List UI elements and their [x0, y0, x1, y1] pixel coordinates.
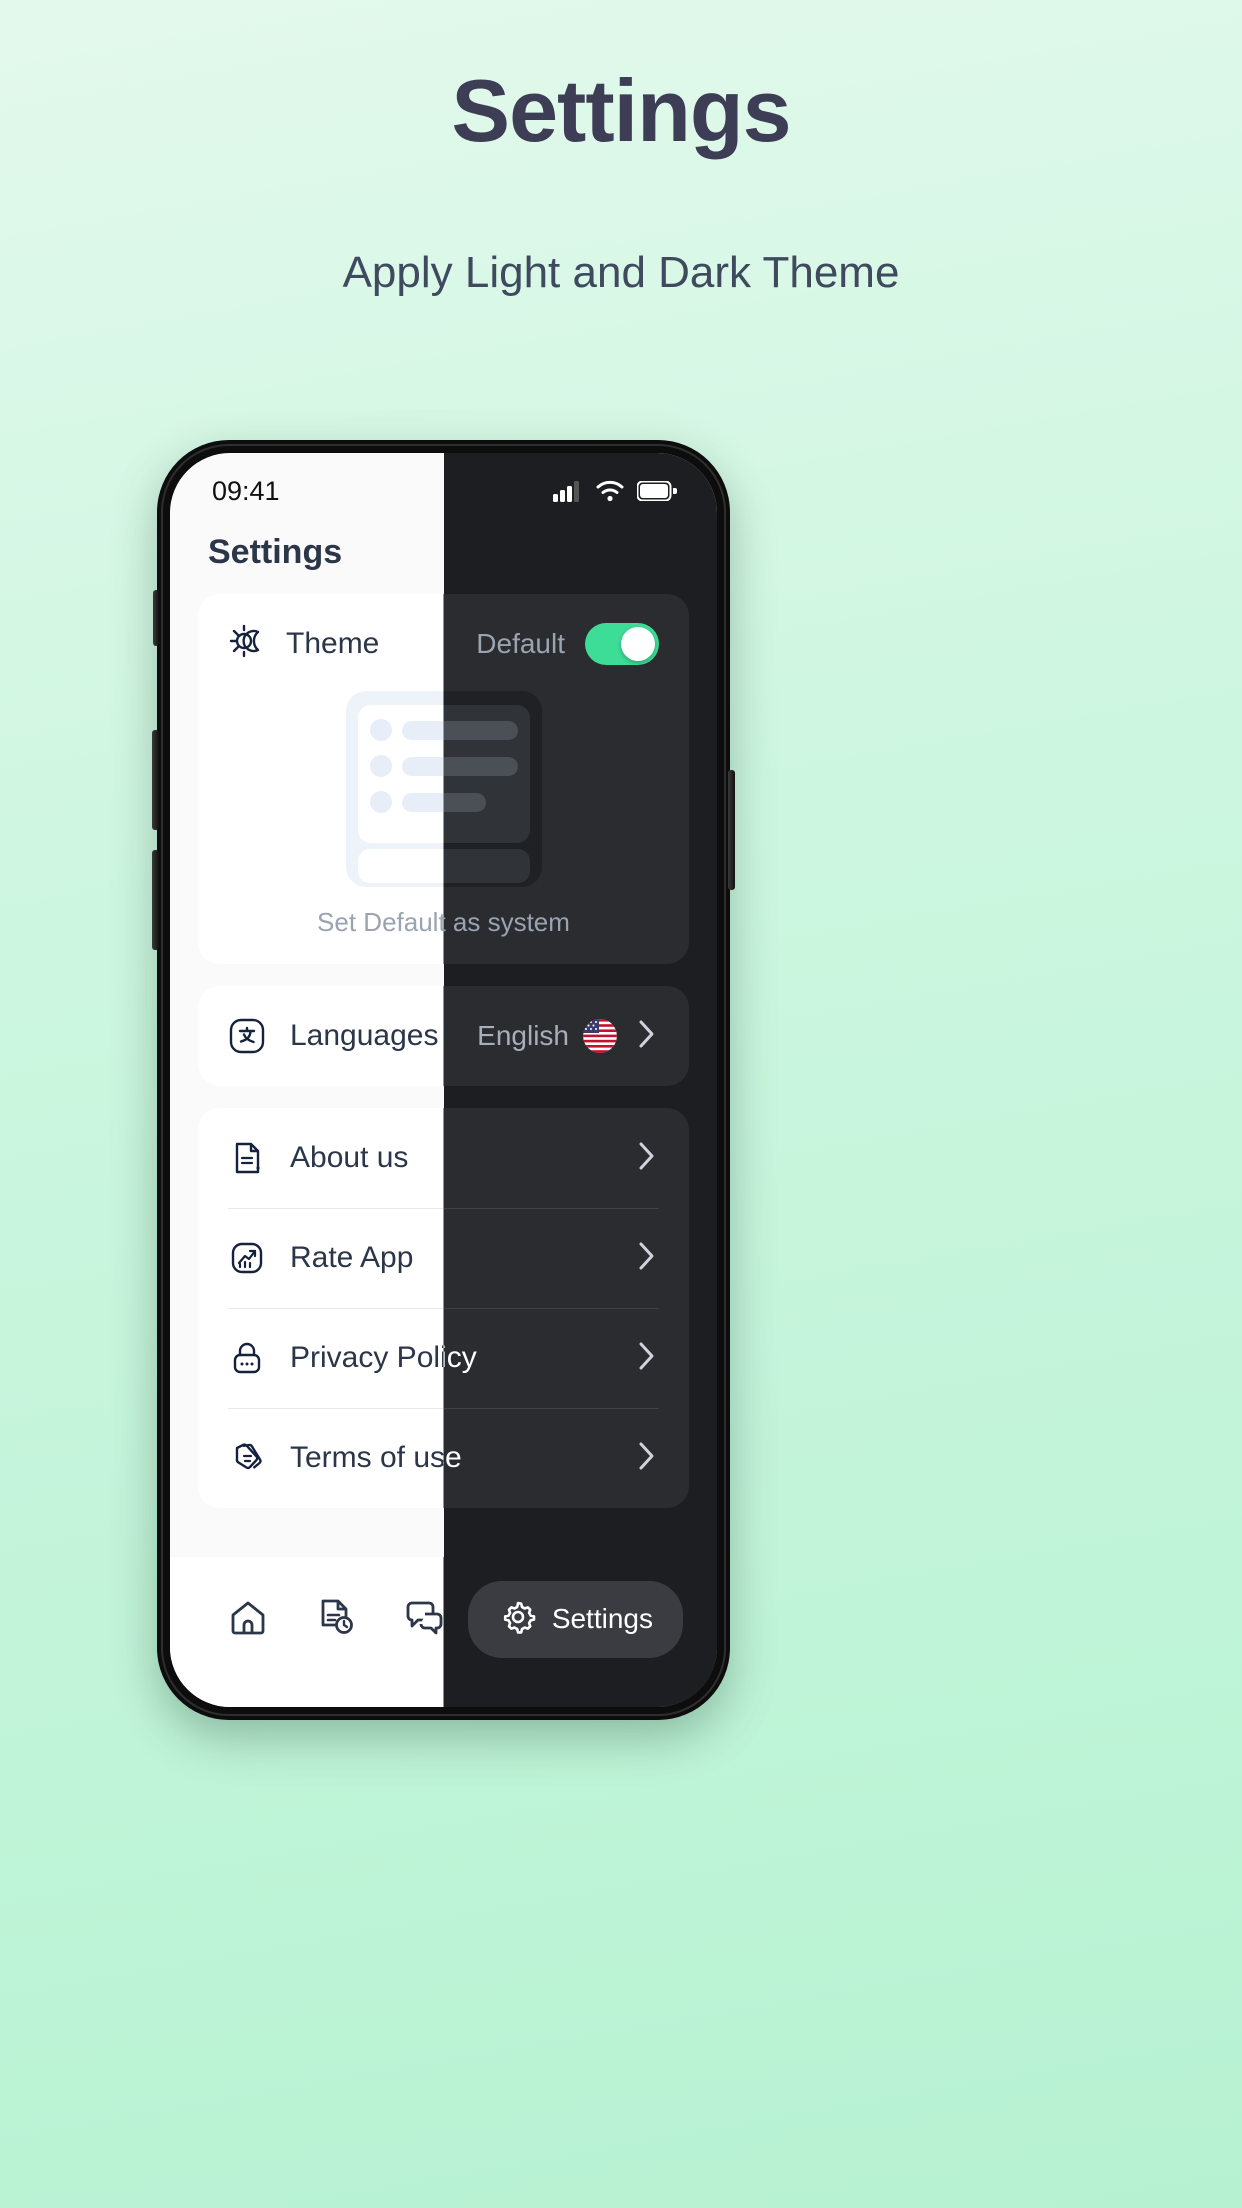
battery-icon — [637, 481, 677, 501]
page-subtitle: Apply Light and Dark Theme — [342, 248, 900, 297]
phone-screen: 09:41 Settings Theme Set Default as syst… — [170, 453, 717, 1707]
gear-icon — [498, 1597, 538, 1642]
document-info-icon — [228, 1139, 268, 1177]
menu-value-languages: English — [477, 1020, 569, 1051]
chevron-right-icon[interactable] — [633, 1339, 659, 1378]
wifi-icon — [596, 480, 624, 502]
phone-volume-down-button — [152, 850, 159, 950]
phone-power-button — [728, 770, 735, 890]
document-clock-icon — [313, 1594, 359, 1645]
phone-mockup: 09:41 Settings Theme Set Default as syst… — [152, 440, 735, 1720]
translate-icon — [228, 1017, 268, 1055]
lock-icon — [228, 1339, 268, 1377]
settings-nav-pill[interactable]: Settings — [467, 1580, 683, 1658]
us-flag-icon — [583, 1019, 617, 1053]
toggle-knob — [621, 626, 655, 661]
theme-value: Default — [476, 627, 565, 659]
status-time: 09:41 — [212, 475, 280, 506]
chevron-right-icon[interactable] — [633, 1139, 659, 1178]
settings-nav-label: Settings — [551, 1603, 653, 1634]
chart-up-icon — [228, 1239, 268, 1277]
terms-cards-icon — [228, 1439, 268, 1477]
sun-moon-icon — [228, 622, 266, 665]
nav-item-home[interactable] — [204, 1594, 292, 1645]
theme-toggle[interactable] — [585, 622, 659, 665]
chevron-right-icon[interactable] — [633, 1439, 659, 1478]
preview-dot — [369, 719, 392, 741]
home-icon — [225, 1594, 271, 1645]
cellular-signal-icon — [553, 480, 583, 502]
nav-item-settings[interactable]: Settings — [467, 1580, 683, 1658]
chat-bubbles-icon — [401, 1594, 444, 1645]
preview-dot — [369, 791, 392, 813]
phone-volume-up-button — [152, 730, 159, 830]
chevron-right-icon[interactable] — [633, 1017, 659, 1056]
preview-dot — [369, 755, 392, 777]
chevron-right-icon[interactable] — [633, 1239, 659, 1278]
nav-item-history[interactable] — [292, 1594, 380, 1645]
page-title: Settings — [451, 61, 791, 160]
phone-silent-switch — [153, 590, 159, 646]
